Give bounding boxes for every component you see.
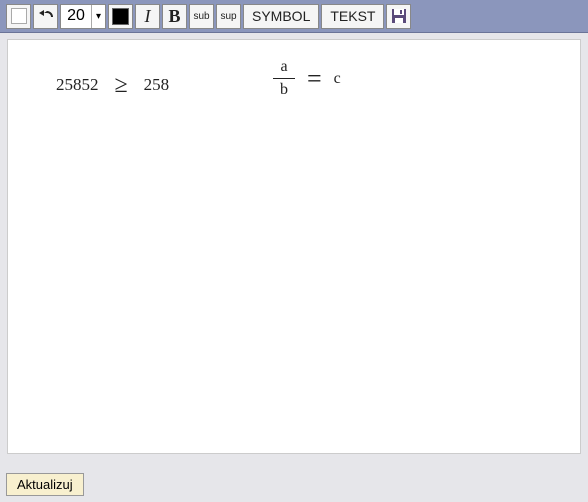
editor-canvas[interactable]: 25852 ≥ 258 a b = c <box>7 39 581 454</box>
italic-button[interactable]: I <box>135 4 160 29</box>
italic-label: I <box>145 6 151 27</box>
font-size-selector[interactable]: 20 ▾ <box>60 4 106 29</box>
symbol-label: SYMBOL <box>252 8 310 24</box>
undo-button[interactable] <box>33 4 58 29</box>
fraction-numerator: a <box>280 58 287 76</box>
fraction-denominator: b <box>280 81 288 99</box>
sub-label: sub <box>193 11 209 22</box>
subscript-button[interactable]: sub <box>189 4 214 29</box>
sup-label: sup <box>220 11 236 22</box>
symbol-button[interactable]: SYMBOL <box>243 4 319 29</box>
superscript-button[interactable]: sup <box>216 4 241 29</box>
blank-icon <box>11 8 27 24</box>
equals-symbol: = <box>307 66 322 92</box>
expression-inequality[interactable]: 25852 ≥ 258 <box>56 73 169 97</box>
color-picker-button[interactable] <box>108 4 133 29</box>
text-label: TEKST <box>330 8 375 24</box>
save-button[interactable] <box>386 4 411 29</box>
undo-icon <box>38 8 54 24</box>
expr2-right: c <box>334 70 341 88</box>
greater-equal-symbol: ≥ <box>115 73 128 97</box>
fraction-bar <box>273 78 295 79</box>
bold-button[interactable]: B <box>162 4 187 29</box>
toolbar: 20 ▾ I B sub sup SYMBOL TEKST <box>0 0 588 33</box>
bold-label: B <box>168 6 180 27</box>
color-swatch-icon <box>112 8 129 25</box>
fraction: a b <box>273 58 295 100</box>
text-button[interactable]: TEKST <box>321 4 384 29</box>
expr1-right: 258 <box>144 75 170 95</box>
chevron-down-icon[interactable]: ▾ <box>91 5 105 28</box>
save-icon <box>391 8 407 24</box>
canvas-area: 25852 ≥ 258 a b = c <box>0 33 588 460</box>
footer: Aktualizuj <box>6 473 84 496</box>
expression-fraction[interactable]: a b = c <box>273 58 341 100</box>
font-size-value: 20 <box>61 7 91 25</box>
expr1-left: 25852 <box>56 75 99 95</box>
new-doc-button[interactable] <box>6 4 31 29</box>
update-button[interactable]: Aktualizuj <box>6 473 84 496</box>
